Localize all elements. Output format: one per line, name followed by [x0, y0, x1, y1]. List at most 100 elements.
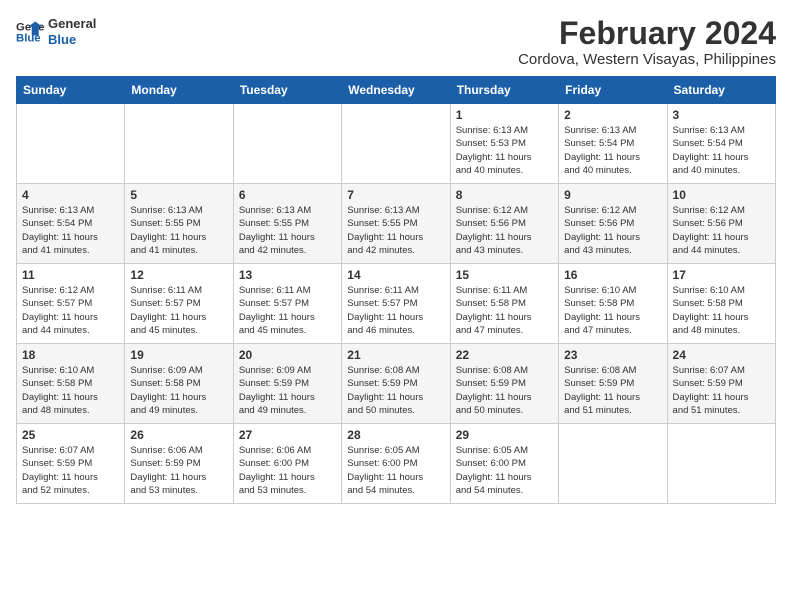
day-info: Sunrise: 6:13 AMSunset: 5:55 PMDaylight:… [239, 204, 336, 257]
calendar-cell: 16 Sunrise: 6:10 AMSunset: 5:58 PMDayligh… [559, 264, 667, 344]
calendar-cell: 4 Sunrise: 6:13 AMSunset: 5:54 PMDaylight… [17, 184, 125, 264]
day-number: 13 [239, 268, 336, 282]
day-number: 5 [130, 188, 227, 202]
day-info: Sunrise: 6:11 AMSunset: 5:57 PMDaylight:… [239, 284, 336, 337]
calendar-cell: 12 Sunrise: 6:11 AMSunset: 5:57 PMDayligh… [125, 264, 233, 344]
day-header-sunday: Sunday [17, 77, 125, 104]
calendar-cell: 14 Sunrise: 6:11 AMSunset: 5:57 PMDayligh… [342, 264, 450, 344]
day-number: 21 [347, 348, 444, 362]
day-info: Sunrise: 6:08 AMSunset: 5:59 PMDaylight:… [456, 364, 553, 417]
day-number: 26 [130, 428, 227, 442]
calendar-cell: 25 Sunrise: 6:07 AMSunset: 5:59 PMDayligh… [17, 424, 125, 504]
week-row-3: 11 Sunrise: 6:12 AMSunset: 5:57 PMDayligh… [17, 264, 776, 344]
calendar-cell: 5 Sunrise: 6:13 AMSunset: 5:55 PMDaylight… [125, 184, 233, 264]
day-number: 17 [673, 268, 770, 282]
day-number: 7 [347, 188, 444, 202]
calendar-cell: 18 Sunrise: 6:10 AMSunset: 5:58 PMDayligh… [17, 344, 125, 424]
day-info: Sunrise: 6:05 AMSunset: 6:00 PMDaylight:… [456, 444, 553, 497]
day-info: Sunrise: 6:10 AMSunset: 5:58 PMDaylight:… [673, 284, 770, 337]
calendar-cell [667, 424, 775, 504]
calendar-cell: 26 Sunrise: 6:06 AMSunset: 5:59 PMDayligh… [125, 424, 233, 504]
day-info: Sunrise: 6:10 AMSunset: 5:58 PMDaylight:… [22, 364, 119, 417]
day-info: Sunrise: 6:12 AMSunset: 5:56 PMDaylight:… [456, 204, 553, 257]
day-info: Sunrise: 6:12 AMSunset: 5:57 PMDaylight:… [22, 284, 119, 337]
day-info: Sunrise: 6:08 AMSunset: 5:59 PMDaylight:… [347, 364, 444, 417]
page-title: February 2024 [518, 16, 776, 51]
calendar-header-row: SundayMondayTuesdayWednesdayThursdayFrid… [17, 77, 776, 104]
svg-text:General: General [16, 21, 44, 33]
day-number: 9 [564, 188, 661, 202]
day-number: 12 [130, 268, 227, 282]
calendar-cell: 2 Sunrise: 6:13 AMSunset: 5:54 PMDaylight… [559, 104, 667, 184]
day-info: Sunrise: 6:05 AMSunset: 6:00 PMDaylight:… [347, 444, 444, 497]
calendar-cell: 21 Sunrise: 6:08 AMSunset: 5:59 PMDayligh… [342, 344, 450, 424]
day-info: Sunrise: 6:10 AMSunset: 5:58 PMDaylight:… [564, 284, 661, 337]
calendar-cell: 6 Sunrise: 6:13 AMSunset: 5:55 PMDaylight… [233, 184, 341, 264]
week-row-1: 1 Sunrise: 6:13 AMSunset: 5:53 PMDaylight… [17, 104, 776, 184]
day-number: 25 [22, 428, 119, 442]
day-info: Sunrise: 6:13 AMSunset: 5:54 PMDaylight:… [22, 204, 119, 257]
day-header-tuesday: Tuesday [233, 77, 341, 104]
day-info: Sunrise: 6:06 AMSunset: 6:00 PMDaylight:… [239, 444, 336, 497]
day-info: Sunrise: 6:09 AMSunset: 5:58 PMDaylight:… [130, 364, 227, 417]
day-number: 15 [456, 268, 553, 282]
logo-icon: General Blue [16, 18, 44, 46]
calendar-cell [559, 424, 667, 504]
day-info: Sunrise: 6:11 AMSunset: 5:57 PMDaylight:… [130, 284, 227, 337]
day-number: 3 [673, 108, 770, 122]
calendar-cell: 13 Sunrise: 6:11 AMSunset: 5:57 PMDayligh… [233, 264, 341, 344]
week-row-4: 18 Sunrise: 6:10 AMSunset: 5:58 PMDayligh… [17, 344, 776, 424]
calendar-cell [125, 104, 233, 184]
day-header-wednesday: Wednesday [342, 77, 450, 104]
calendar-cell: 9 Sunrise: 6:12 AMSunset: 5:56 PMDaylight… [559, 184, 667, 264]
day-info: Sunrise: 6:08 AMSunset: 5:59 PMDaylight:… [564, 364, 661, 417]
day-info: Sunrise: 6:06 AMSunset: 5:59 PMDaylight:… [130, 444, 227, 497]
day-header-friday: Friday [559, 77, 667, 104]
calendar-cell: 8 Sunrise: 6:12 AMSunset: 5:56 PMDaylight… [450, 184, 558, 264]
day-number: 6 [239, 188, 336, 202]
calendar-cell [17, 104, 125, 184]
day-info: Sunrise: 6:13 AMSunset: 5:55 PMDaylight:… [347, 204, 444, 257]
logo-line1: General [48, 16, 96, 32]
calendar-table: SundayMondayTuesdayWednesdayThursdayFrid… [16, 76, 776, 504]
day-number: 18 [22, 348, 119, 362]
day-number: 28 [347, 428, 444, 442]
page-subtitle: Cordova, Western Visayas, Philippines [518, 51, 776, 68]
day-info: Sunrise: 6:07 AMSunset: 5:59 PMDaylight:… [22, 444, 119, 497]
logo-line2: Blue [48, 32, 96, 48]
logo: General Blue General Blue [16, 16, 96, 47]
page-header: General Blue General Blue February 2024 … [16, 16, 776, 68]
calendar-cell: 23Sunrise: 6:08 AMSunset: 5:59 PMDayligh… [559, 344, 667, 424]
day-number: 20 [239, 348, 336, 362]
calendar-cell: 10Sunrise: 6:12 AMSunset: 5:56 PMDayligh… [667, 184, 775, 264]
day-number: 27 [239, 428, 336, 442]
day-number: 1 [456, 108, 553, 122]
calendar-cell [342, 104, 450, 184]
week-row-2: 4 Sunrise: 6:13 AMSunset: 5:54 PMDaylight… [17, 184, 776, 264]
day-number: 29 [456, 428, 553, 442]
calendar-cell: 20Sunrise: 6:09 AMSunset: 5:59 PMDayligh… [233, 344, 341, 424]
day-number: 2 [564, 108, 661, 122]
day-number: 4 [22, 188, 119, 202]
calendar-cell: 15 Sunrise: 6:11 AMSunset: 5:58 PMDayligh… [450, 264, 558, 344]
day-number: 11 [22, 268, 119, 282]
day-info: Sunrise: 6:07 AMSunset: 5:59 PMDaylight:… [673, 364, 770, 417]
day-number: 16 [564, 268, 661, 282]
calendar-cell: 29 Sunrise: 6:05 AMSunset: 6:00 PMDayligh… [450, 424, 558, 504]
calendar-cell: 11 Sunrise: 6:12 AMSunset: 5:57 PMDayligh… [17, 264, 125, 344]
day-info: Sunrise: 6:12 AMSunset: 5:56 PMDaylight:… [673, 204, 770, 257]
day-info: Sunrise: 6:11 AMSunset: 5:58 PMDaylight:… [456, 284, 553, 337]
day-number: 19 [130, 348, 227, 362]
calendar-cell: 28 Sunrise: 6:05 AMSunset: 6:00 PMDayligh… [342, 424, 450, 504]
day-number: 24 [673, 348, 770, 362]
day-info: Sunrise: 6:12 AMSunset: 5:56 PMDaylight:… [564, 204, 661, 257]
calendar-cell: 19 Sunrise: 6:09 AMSunset: 5:58 PMDayligh… [125, 344, 233, 424]
calendar-cell [233, 104, 341, 184]
day-info: Sunrise: 6:13 AMSunset: 5:54 PMDaylight:… [564, 124, 661, 177]
day-info: Sunrise: 6:13 AMSunset: 5:53 PMDaylight:… [456, 124, 553, 177]
day-number: 14 [347, 268, 444, 282]
day-info: Sunrise: 6:13 AMSunset: 5:55 PMDaylight:… [130, 204, 227, 257]
day-info: Sunrise: 6:11 AMSunset: 5:57 PMDaylight:… [347, 284, 444, 337]
day-header-saturday: Saturday [667, 77, 775, 104]
day-number: 8 [456, 188, 553, 202]
